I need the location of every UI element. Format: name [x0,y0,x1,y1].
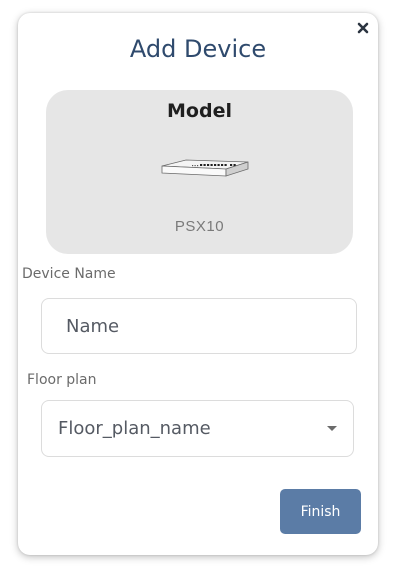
floor-plan-label: Floor plan [27,372,97,388]
model-name: PSX10 [174,218,225,235]
add-device-dialog: Add Device Model PSX10 Device Name Name … [18,13,378,555]
floor-plan-select[interactable]: Floor_plan_name [41,400,354,457]
device-name-input[interactable] [41,298,357,354]
chevron-down-icon [327,426,337,431]
network-switch-icon [161,159,249,177]
dialog-title: Add Device [129,35,267,63]
device-name-label: Device Name [22,266,116,282]
floor-plan-selected-value: Floor_plan_name [58,418,211,439]
finish-button[interactable]: Finish [280,489,361,534]
model-heading: Model [167,100,232,122]
close-icon [357,22,369,34]
model-card: Model PSX10 [46,90,353,254]
